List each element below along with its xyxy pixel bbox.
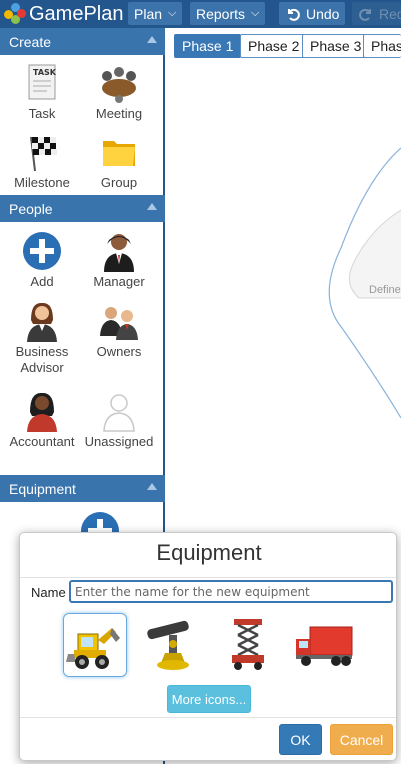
tab-phase-1[interactable]: Phase 1 <box>174 34 242 58</box>
add-plus-icon <box>21 230 63 272</box>
owners-group-icon <box>98 300 140 342</box>
redo-icon <box>359 8 371 21</box>
collapse-arrow-icon[interactable] <box>147 483 157 490</box>
redo-button[interactable]: Redo <box>352 2 401 25</box>
cancel-button[interactable]: Cancel <box>330 724 393 755</box>
create-meeting-tool[interactable]: Meeting <box>79 62 159 122</box>
unassigned-label: Unassigned <box>84 434 154 449</box>
meeting-table-icon <box>98 62 140 104</box>
backhoe-loader-icon <box>66 628 120 669</box>
checkered-flag-icon <box>21 131 63 173</box>
unassigned-person-icon <box>98 390 140 432</box>
unassigned-tool[interactable]: Unassigned <box>79 390 159 450</box>
equipment-name-input[interactable] <box>69 580 393 603</box>
dialog-footer-divider <box>20 717 396 718</box>
accountant-tool[interactable]: Accountant <box>2 390 82 450</box>
accountant-person-icon <box>21 390 63 432</box>
create-task-tool[interactable]: TASK Task <box>2 62 82 122</box>
task-note-icon: TASK <box>21 62 63 104</box>
plan-menu-label: Plan <box>134 5 163 22</box>
manager-label: Manager <box>93 274 145 289</box>
owners-tool[interactable]: Owners <box>79 300 159 360</box>
create-milestone-tool[interactable]: Milestone <box>2 131 82 191</box>
equipment-header-label: Equipment <box>9 480 76 497</box>
redo-label: Redo <box>379 5 401 22</box>
delivery-truck-icon <box>296 626 353 666</box>
create-header-label: Create <box>9 33 52 50</box>
create-section-header[interactable]: Create <box>0 28 165 55</box>
tab-phase-3[interactable]: Phase 3 <box>302 34 370 58</box>
undo-label: Undo <box>306 5 340 22</box>
more-icons-button[interactable]: More icons... <box>167 685 251 713</box>
app-name: GamePlan <box>29 2 124 25</box>
reports-menu-label: Reports <box>196 5 246 22</box>
business-advisor-label: Business Advisor <box>15 344 69 375</box>
icon-option-truck[interactable] <box>292 613 356 677</box>
collapse-arrow-icon[interactable] <box>147 203 157 210</box>
surveying-telescope-icon <box>147 620 189 670</box>
owners-label: Owners <box>96 344 142 359</box>
milestone-label: Milestone <box>14 175 70 190</box>
chevron-down-icon: ⌵ <box>251 7 260 19</box>
accountant-label: Accountant <box>9 434 75 449</box>
name-field-label: Name <box>31 585 66 600</box>
scissor-lift-icon <box>232 619 264 670</box>
manager-tool[interactable]: Manager <box>79 230 159 290</box>
top-toolbar: GamePlan Plan ⌵ Reports ⌵ Undo Redo <box>0 0 401 28</box>
icon-option-backhoe[interactable] <box>63 613 127 677</box>
dialog-title: Equipment <box>156 540 262 565</box>
icon-option-surveying[interactable] <box>139 613 203 677</box>
icon-option-scissor-lift[interactable] <box>216 613 280 677</box>
undo-button[interactable]: Undo <box>279 2 346 25</box>
business-advisor-tool[interactable]: Business Advisor <box>2 300 82 376</box>
people-section-header[interactable]: People <box>0 195 165 222</box>
manager-person-icon <box>98 230 140 272</box>
add-person-tool[interactable]: Add <box>2 230 82 290</box>
chevron-down-icon: ⌵ <box>168 7 177 19</box>
gameplan-logo-icon <box>4 3 26 25</box>
task-label: Task <box>28 106 56 121</box>
meeting-label: Meeting <box>95 106 143 121</box>
tab-phase-4[interactable]: Phase <box>363 34 401 58</box>
ok-button[interactable]: OK <box>279 724 322 755</box>
dialog-divider <box>20 577 396 578</box>
equipment-section-header[interactable]: Equipment <box>0 475 165 502</box>
add-label: Add <box>30 274 54 289</box>
group-label: Group <box>100 175 138 190</box>
equipment-dialog: Equipment Name Enter the name for the ne… <box>19 532 397 761</box>
svg-text:TASK: TASK <box>33 68 57 77</box>
folder-icon <box>98 131 140 173</box>
phase-node-label: Define <box>369 284 401 296</box>
tab-phase-2[interactable]: Phase 2 <box>240 34 308 58</box>
plan-menu-button[interactable]: Plan ⌵ <box>128 2 183 25</box>
undo-icon <box>288 8 300 21</box>
people-header-label: People <box>9 200 53 217</box>
business-advisor-person-icon <box>21 300 63 342</box>
app-logo: GamePlan <box>4 1 124 27</box>
collapse-arrow-icon[interactable] <box>147 36 157 43</box>
create-group-tool[interactable]: Group <box>79 131 159 191</box>
reports-menu-button[interactable]: Reports ⌵ <box>190 2 266 25</box>
